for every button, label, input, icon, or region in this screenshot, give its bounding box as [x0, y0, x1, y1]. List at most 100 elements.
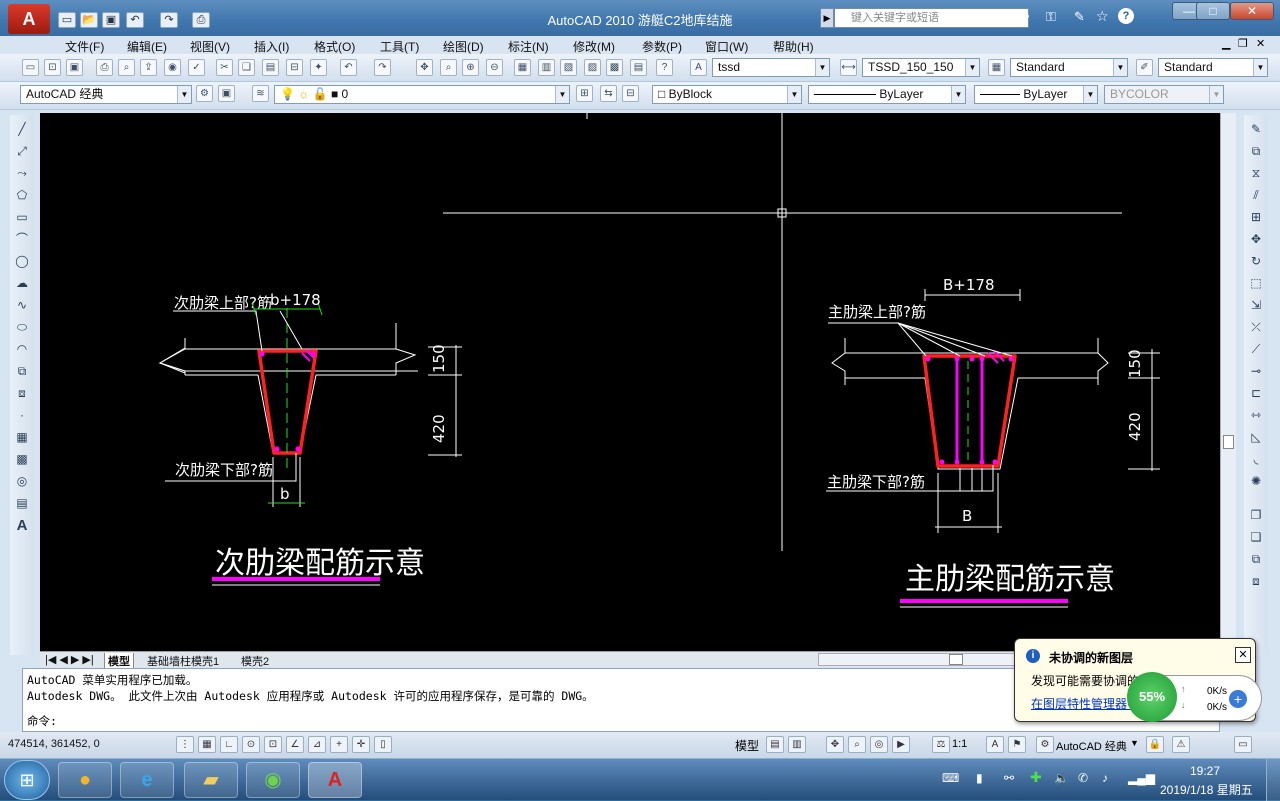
drawing-canvas[interactable]: 次肋梁上部?筋 b+178 次肋梁下部?筋 b 150 420 次肋梁配筋示意 — [40, 113, 1220, 651]
paste-icon[interactable]: ▤ — [262, 59, 279, 76]
menu-insert[interactable]: 插入(I) — [254, 38, 289, 55]
menu-dimension[interactable]: 标注(N) — [508, 38, 549, 55]
extend-icon[interactable]: ⟋ — [1247, 341, 1265, 358]
tab-layout-2[interactable]: 模壳2 — [238, 653, 272, 669]
clock-date[interactable]: 2019/1/18 星期五 — [1160, 781, 1253, 798]
quickcalc-icon[interactable]: ▤ — [630, 59, 647, 76]
table-style-icon[interactable]: ▦ — [988, 59, 1005, 76]
menu-view[interactable]: 视图(V) — [190, 38, 230, 55]
doc-minimize-icon[interactable]: ▁ — [1222, 37, 1230, 50]
usb-icon[interactable]: ▮ — [976, 771, 983, 785]
markup-icon[interactable]: ▩ — [606, 59, 623, 76]
cut-icon[interactable]: ✂ — [216, 59, 233, 76]
draworder-above-icon[interactable]: ⧉ — [1247, 551, 1265, 568]
scroll-thumb[interactable] — [1223, 435, 1234, 449]
clock-time[interactable]: 19:27 — [1190, 764, 1220, 778]
fillet-icon[interactable]: ◟ — [1247, 451, 1265, 468]
pan-icon[interactable]: ✥ — [416, 59, 433, 76]
mleader-style-icon[interactable]: ✐ — [1136, 59, 1153, 76]
print-icon[interactable]: ⎙ — [96, 59, 113, 76]
search-arrow-icon[interactable]: ▶ — [820, 8, 834, 28]
draworder-below-icon[interactable]: ⧈ — [1247, 573, 1265, 590]
grid-icon[interactable]: ▦ — [198, 736, 216, 753]
network-tray-icon[interactable]: ⚯ — [1004, 771, 1014, 785]
explorer-icon[interactable]: ▰ — [184, 762, 238, 798]
coordinates-readout[interactable]: 474514, 361452, 0 — [8, 738, 100, 750]
zoom-previous-icon[interactable]: ⊖ — [486, 59, 503, 76]
polar-icon[interactable]: ⊙ — [242, 736, 260, 753]
signal-icon[interactable]: ▂▄▆ — [1128, 771, 1155, 785]
ducs-icon[interactable]: ⊿ — [308, 736, 326, 753]
dyn-icon[interactable]: + — [330, 736, 348, 753]
table-style-select[interactable]: Standard ▼ — [1010, 58, 1128, 77]
chamfer-icon[interactable]: ◺ — [1247, 429, 1265, 446]
menu-modify[interactable]: 修改(M) — [573, 38, 615, 55]
annotation-scale-icon[interactable]: ⚖ — [932, 736, 950, 753]
binoculars-icon[interactable]: ⚯ — [1018, 9, 1029, 25]
dim-style-select[interactable]: TSSD_150_150 ▼ — [862, 58, 980, 77]
green-plus-icon[interactable]: ✚ — [1030, 769, 1042, 786]
mirror-icon[interactable]: ⧖ — [1247, 165, 1265, 182]
app-icon-green[interactable]: ◉ — [246, 762, 300, 798]
properties-icon[interactable]: ▦ — [514, 59, 531, 76]
color-select[interactable]: □ ByBlock ▼ — [652, 85, 802, 104]
publish-icon[interactable]: ⇪ — [140, 59, 157, 76]
snap-icon[interactable]: ⋮ — [176, 736, 194, 753]
explode-icon[interactable]: ✺ — [1247, 473, 1265, 490]
break-point-icon[interactable]: ⊸ — [1247, 363, 1265, 380]
menu-parametric[interactable]: 参数(P) — [642, 38, 682, 55]
maximize-button[interactable]: □ — [1196, 2, 1230, 20]
draworder-front-icon[interactable]: ❐ — [1247, 507, 1265, 524]
rotate-icon[interactable]: ↻ — [1247, 253, 1265, 270]
scale-icon[interactable]: ⬚ — [1247, 275, 1265, 292]
undo-tb-icon[interactable]: ↶ — [340, 59, 357, 76]
help-tb-icon[interactable]: ? — [656, 59, 673, 76]
mtext-icon[interactable]: A — [13, 517, 31, 534]
layer-state-icon[interactable]: ⊟ — [622, 85, 639, 102]
qp-icon[interactable]: ▯ — [374, 736, 392, 753]
osnap-icon[interactable]: ⊡ — [264, 736, 282, 753]
make-block-icon[interactable]: ⧈ — [13, 385, 31, 402]
menu-file[interactable]: 文件(F) — [65, 38, 104, 55]
make-current-icon[interactable]: ⊞ — [576, 85, 593, 102]
dim-style-icon[interactable]: ⟷ — [840, 59, 857, 76]
command-prompt[interactable]: 命令: — [27, 713, 57, 729]
copy-icon[interactable]: ❏ — [238, 59, 255, 76]
save-file-icon[interactable]: ▣ — [66, 59, 83, 76]
insert-block-icon[interactable]: ⧉ — [13, 363, 31, 380]
showmotion-icon[interactable]: ▶ — [892, 736, 910, 753]
show-desktop-button[interactable] — [1266, 759, 1280, 801]
3d-dwf-icon[interactable]: ◉ — [164, 59, 181, 76]
draworder-back-icon[interactable]: ❏ — [1247, 529, 1265, 546]
volume-icon[interactable]: ♪ — [1102, 771, 1108, 785]
clean-screen-icon[interactable]: ▭ — [1234, 736, 1252, 753]
copy-obj-icon[interactable]: ⧉ — [1247, 143, 1265, 160]
hatch-icon[interactable]: ▦ — [13, 429, 31, 446]
etransmit-icon[interactable]: ✓ — [188, 59, 205, 76]
layer-manager-icon[interactable]: ≋ — [252, 85, 269, 102]
qnew-icon[interactable]: ▭ — [22, 59, 39, 76]
tab-layout-1[interactable]: 基础墙柱模壳1 — [144, 653, 222, 669]
region-icon[interactable]: ◎ — [13, 473, 31, 490]
layout-view-icon[interactable]: ▤ — [766, 736, 784, 753]
zoom-realtime-icon[interactable]: ⌕ — [440, 59, 457, 76]
tab-nav-first[interactable]: |◀ ◀ ▶ ▶| — [42, 653, 97, 666]
layer-select[interactable]: 💡 ☼ 🔓 ■ 0 ▼ — [274, 85, 570, 104]
workspace-save-icon[interactable]: ▣ — [218, 85, 235, 102]
workspace-switch-icon[interactable]: ⚙ — [1036, 736, 1054, 753]
auto-scale-icon[interactable]: ⚑ — [1008, 736, 1026, 753]
ortho-icon[interactable]: ∟ — [220, 736, 238, 753]
keyboard-icon[interactable]: ⌨ — [942, 771, 959, 785]
lineweight-select[interactable]: ByLayer ▼ — [974, 85, 1098, 104]
menu-draw[interactable]: 绘图(D) — [443, 38, 484, 55]
annotation-scale-value[interactable]: 1:1 — [952, 738, 967, 750]
doc-restore-icon[interactable]: ❐ — [1238, 37, 1248, 50]
menu-window[interactable]: 窗口(W) — [705, 38, 748, 55]
plotstyle-select[interactable]: BYCOLOR ▼ — [1104, 85, 1224, 104]
comm-center-icon[interactable]: ⚠ — [1172, 736, 1190, 753]
ellipse-icon[interactable]: ⬭ — [13, 319, 31, 336]
sheetset-icon[interactable]: ▨ — [584, 59, 601, 76]
spline-icon[interactable]: ∿ — [13, 297, 31, 314]
construction-line-icon[interactable]: ⤢ — [13, 143, 31, 160]
lineweight-toggle-icon[interactable]: ✛ — [352, 736, 370, 753]
